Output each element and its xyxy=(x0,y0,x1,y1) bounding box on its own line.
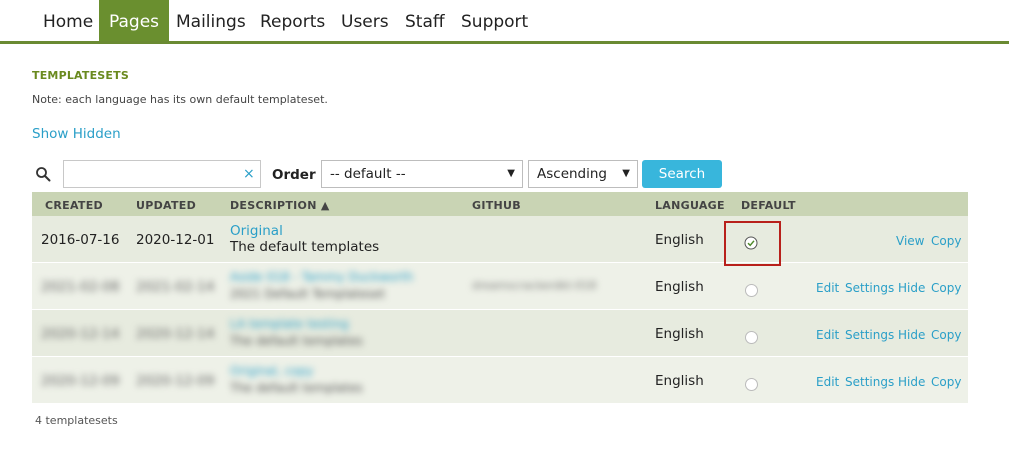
templateset-title-link[interactable]: Original xyxy=(230,223,283,239)
updated-date: 2021-02-14 xyxy=(136,279,215,295)
copy-link[interactable]: Copy xyxy=(931,375,961,389)
created-date: 2020-12-14 xyxy=(41,326,120,342)
created-date: 2016-07-16 xyxy=(41,232,120,248)
created-date: 2021-02-08 xyxy=(41,279,120,295)
templateset-subtitle: The default templates xyxy=(230,381,363,395)
github-value: dreamscrackerdkt-018 xyxy=(472,279,597,292)
language-value: English xyxy=(655,279,704,295)
nav-mailings[interactable]: Mailings xyxy=(166,0,256,41)
settings-link[interactable]: Settings xyxy=(845,281,894,295)
nav-staff[interactable]: Staff xyxy=(395,0,455,41)
language-value: English xyxy=(655,326,704,342)
templatesets-count: 4 templatesets xyxy=(35,414,118,427)
nav-support[interactable]: Support xyxy=(451,0,538,41)
view-link[interactable]: View xyxy=(896,234,924,248)
table-row: 2021-02-08 2021-02-14 Aside 018 - Tammy … xyxy=(32,263,968,310)
table-row: 2020-12-09 2020-12-09 Original, copy The… xyxy=(32,357,968,404)
show-hidden-link[interactable]: Show Hidden xyxy=(32,126,121,142)
order-select-value: -- default -- xyxy=(330,166,406,182)
search-input[interactable] xyxy=(63,160,261,188)
header-description[interactable]: DESCRIPTION ▲ xyxy=(230,199,330,212)
templateset-subtitle: 2021 Default Templateset xyxy=(230,287,386,301)
order-label: Order xyxy=(272,167,316,183)
templateset-title-link[interactable]: Aside 018 - Tammy Duckworth xyxy=(230,270,413,284)
settings-link[interactable]: Settings xyxy=(845,328,894,342)
default-radio[interactable] xyxy=(745,378,758,391)
copy-link[interactable]: Copy xyxy=(931,328,961,342)
dropdown-arrow-icon: ▼ xyxy=(622,168,630,179)
hide-link[interactable]: Hide xyxy=(898,281,925,295)
dropdown-arrow-icon: ▼ xyxy=(507,168,515,179)
search-icon xyxy=(36,167,51,182)
header-language[interactable]: LANGUAGE xyxy=(655,199,725,212)
hide-link[interactable]: Hide xyxy=(898,328,925,342)
direction-select-value: Ascending xyxy=(537,166,607,182)
templateset-subtitle: The default templates xyxy=(230,334,363,348)
updated-date: 2020-12-14 xyxy=(136,326,215,342)
header-created[interactable]: CREATED xyxy=(45,199,103,212)
default-radio[interactable] xyxy=(745,331,758,344)
nav-home[interactable]: Home xyxy=(33,0,103,41)
section-title: TEMPLATESETS xyxy=(32,69,129,82)
created-date: 2020-12-09 xyxy=(41,373,120,389)
direction-select[interactable]: Ascending ▼ xyxy=(528,160,638,188)
order-select[interactable]: -- default -- ▼ xyxy=(321,160,523,188)
language-value: English xyxy=(655,232,704,248)
table-row: 2016-07-16 2020-12-01 Original The defau… xyxy=(32,216,968,263)
language-value: English xyxy=(655,373,704,389)
hide-link[interactable]: Hide xyxy=(898,375,925,389)
header-default[interactable]: DEFAULT xyxy=(741,199,796,212)
updated-date: 2020-12-09 xyxy=(136,373,215,389)
templateset-subtitle: The default templates xyxy=(230,239,380,255)
table-row: 2020-12-14 2020-12-14 LA template testin… xyxy=(32,310,968,357)
default-highlight-box xyxy=(724,221,781,266)
nav-reports[interactable]: Reports xyxy=(250,0,335,41)
header-updated[interactable]: UPDATED xyxy=(136,199,196,212)
copy-link[interactable]: Copy xyxy=(931,281,961,295)
edit-link[interactable]: Edit xyxy=(816,281,839,295)
nav-pages[interactable]: Pages xyxy=(99,0,170,41)
search-button[interactable]: Search xyxy=(642,160,722,188)
default-radio[interactable] xyxy=(745,284,758,297)
section-note: Note: each language has its own default … xyxy=(32,93,328,106)
header-github[interactable]: GITHUB xyxy=(472,199,521,212)
updated-date: 2020-12-01 xyxy=(136,232,215,248)
clear-search-icon[interactable]: × xyxy=(243,166,255,182)
templateset-title-link[interactable]: Original, copy xyxy=(230,364,313,378)
edit-link[interactable]: Edit xyxy=(816,375,839,389)
main-nav: Home Pages Mailings Reports Users Staff … xyxy=(0,0,1009,44)
templateset-title-link[interactable]: LA template testing xyxy=(230,317,349,331)
table-header: CREATED UPDATED DESCRIPTION ▲ GITHUB LAN… xyxy=(32,192,968,216)
edit-link[interactable]: Edit xyxy=(816,328,839,342)
settings-link[interactable]: Settings xyxy=(845,375,894,389)
copy-link[interactable]: Copy xyxy=(931,234,961,248)
nav-users[interactable]: Users xyxy=(331,0,399,41)
